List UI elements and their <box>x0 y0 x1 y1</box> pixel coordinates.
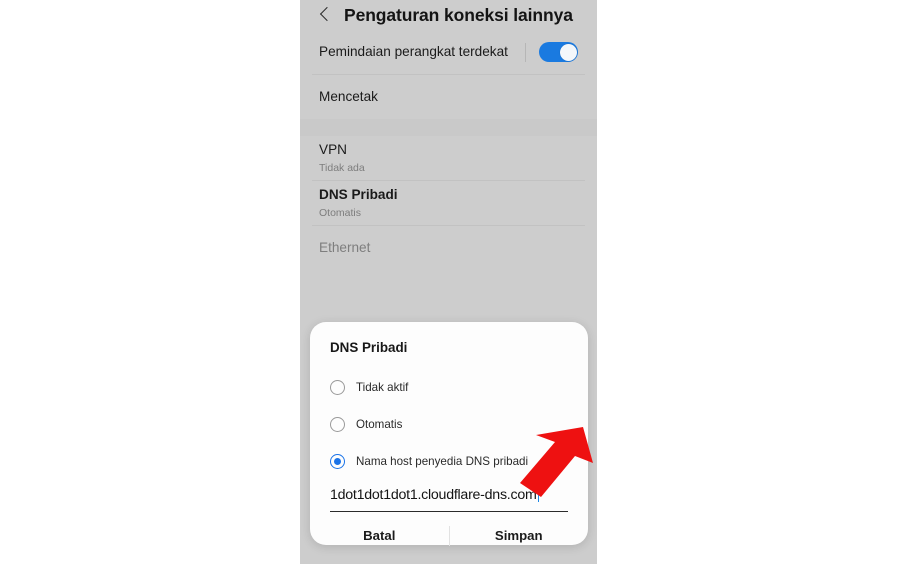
hostname-input-wrapper[interactable]: 1dot1dot1dot1.cloudflare-dns.com <box>330 486 568 512</box>
row-text: DNS Pribadi Otomatis <box>319 187 578 220</box>
hostname-input[interactable]: 1dot1dot1dot1.cloudflare-dns.com <box>330 487 537 503</box>
row-text: Mencetak <box>319 89 578 106</box>
section-spacer <box>300 119 597 136</box>
radio-option-automatic[interactable]: Otomatis <box>310 406 588 443</box>
row-subtitle: Tidak ada <box>319 161 365 174</box>
row-title: Pemindaian perangkat terdekat <box>319 43 508 59</box>
toggle-container <box>525 42 578 62</box>
radio-option-off[interactable]: Tidak aktif <box>310 369 588 406</box>
radio-option-hostname[interactable]: Nama host penyedia DNS pribadi <box>310 443 588 480</box>
screenshot-canvas: Pengaturan koneksi lainnya Pemindaian pe… <box>0 0 900 564</box>
dialog-title: DNS Pribadi <box>330 340 408 355</box>
phone-screen: Pengaturan koneksi lainnya Pemindaian pe… <box>300 0 597 564</box>
nearby-scan-toggle[interactable] <box>539 42 578 62</box>
row-text: Pemindaian perangkat terdekat <box>319 44 525 61</box>
private-dns-dialog: DNS Pribadi Tidak aktif Otomatis Nama ho… <box>310 322 588 546</box>
row-nearby-device-scanning[interactable]: Pemindaian perangkat terdekat <box>300 30 597 74</box>
settings-section-2: VPN Tidak ada DNS Pribadi Otomatis Ether… <box>300 136 597 270</box>
row-text: Ethernet <box>319 240 578 257</box>
radio-icon[interactable] <box>330 417 345 432</box>
row-title: VPN <box>319 141 347 157</box>
radio-icon[interactable] <box>330 380 345 395</box>
row-title: Mencetak <box>319 88 378 104</box>
row-text: VPN Tidak ada <box>319 142 578 175</box>
app-bar: Pengaturan koneksi lainnya <box>300 0 597 30</box>
row-subtitle: Otomatis <box>319 206 362 219</box>
chevron-left-icon[interactable] <box>318 8 332 22</box>
row-vpn[interactable]: VPN Tidak ada <box>300 136 597 180</box>
settings-section-1: Pemindaian perangkat terdekat Mencetak <box>300 30 597 119</box>
page-title: Pengaturan koneksi lainnya <box>344 4 573 25</box>
radio-label: Tidak aktif <box>356 381 409 394</box>
toggle-separator <box>525 42 526 62</box>
save-button[interactable]: Simpan <box>450 514 589 558</box>
radio-label: Otomatis <box>356 418 403 431</box>
row-private-dns[interactable]: DNS Pribadi Otomatis <box>300 181 597 225</box>
toggle-knob <box>559 43 577 61</box>
row-ethernet: Ethernet <box>300 226 597 270</box>
row-printing[interactable]: Mencetak <box>300 75 597 119</box>
cancel-button[interactable]: Batal <box>310 514 449 558</box>
row-title: Ethernet <box>319 239 371 255</box>
radio-icon-selected[interactable] <box>330 454 345 469</box>
dialog-actions: Batal Simpan <box>310 514 588 558</box>
radio-label: Nama host penyedia DNS pribadi <box>356 455 529 468</box>
text-caret <box>537 486 540 502</box>
row-title: DNS Pribadi <box>319 186 398 202</box>
